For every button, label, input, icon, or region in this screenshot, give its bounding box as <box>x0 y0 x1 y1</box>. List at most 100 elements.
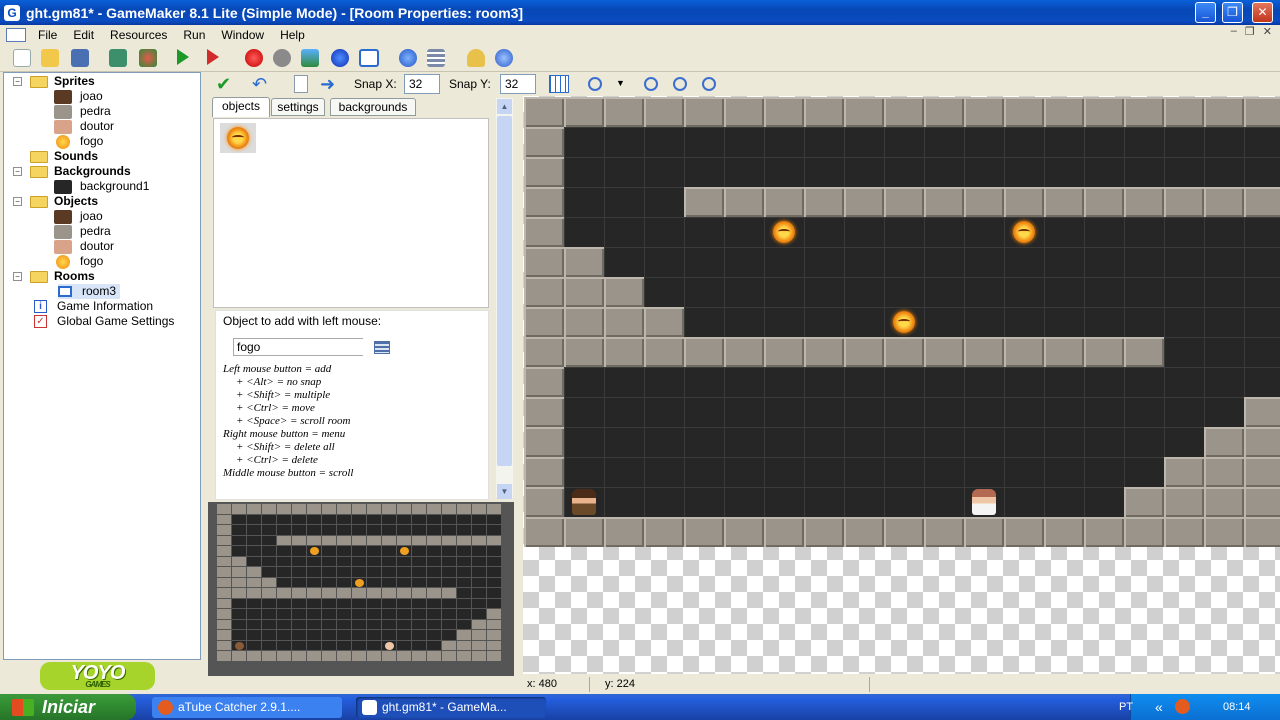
menu-help[interactable]: Help <box>272 28 313 42</box>
tray-app-icon[interactable] <box>1175 699 1190 714</box>
scroll-up-icon[interactable]: ▲ <box>497 99 512 114</box>
mdi-minimize-button[interactable]: – <box>1231 25 1237 38</box>
tab-objects[interactable]: objects <box>212 97 270 117</box>
tab-backgrounds[interactable]: backgrounds <box>330 98 416 116</box>
tree-object-doutor[interactable]: doutor <box>54 239 114 254</box>
menu-edit[interactable]: Edit <box>65 28 102 42</box>
joao-instance[interactable] <box>572 489 596 515</box>
taskbar-item-atube[interactable]: aTube Catcher 2.9.1.... <box>152 697 342 718</box>
doutor-instance[interactable] <box>972 489 996 515</box>
language-indicator[interactable]: PT <box>1119 694 1133 720</box>
tree-sprite-fogo[interactable]: fogo <box>54 134 103 149</box>
menu-resources[interactable]: Resources <box>102 28 175 42</box>
run-game-icon[interactable] <box>177 49 189 65</box>
add-background-icon[interactable] <box>301 49 319 67</box>
scroll-down-icon[interactable]: ▼ <box>497 484 512 499</box>
scroll-thumb[interactable] <box>497 116 512 466</box>
wall-tile <box>524 187 564 217</box>
advanced-mode-icon[interactable] <box>467 49 485 67</box>
menu-run[interactable]: Run <box>175 28 213 42</box>
toggle-grid-icon[interactable] <box>549 75 569 93</box>
create-executable-icon[interactable] <box>109 49 127 67</box>
minimap-floor <box>322 630 336 640</box>
start-button[interactable]: Iniciar <box>0 694 136 720</box>
object-menu-icon[interactable] <box>374 341 390 354</box>
tree-background-background1[interactable]: background1 <box>54 179 149 194</box>
zoom-normal-icon[interactable] <box>673 77 687 91</box>
tree-sprite-joao[interactable]: joao <box>54 89 103 104</box>
floor-tile <box>724 217 764 247</box>
snap-y-input[interactable]: 32 <box>500 74 536 94</box>
shift-instances-icon[interactable]: ➜ <box>320 75 340 93</box>
floor-tile <box>644 187 684 217</box>
collapse-sprites-icon[interactable]: − <box>13 77 22 86</box>
add-sprite-icon[interactable] <box>245 49 263 67</box>
tree-folder-backgrounds[interactable]: Backgrounds <box>30 164 131 179</box>
fire-instance[interactable] <box>893 311 915 333</box>
taskbar-item-gamemaker[interactable]: ght.gm81* - GameMa... <box>356 697 546 718</box>
tree-folder-sounds[interactable]: Sounds <box>30 149 98 164</box>
tray-arrow-icon[interactable]: « <box>1155 694 1163 720</box>
floor-tile <box>844 457 884 487</box>
add-room-icon[interactable] <box>359 49 379 67</box>
selected-object-fogo[interactable] <box>220 123 256 153</box>
tree-folder-rooms[interactable]: Rooms <box>30 269 95 284</box>
document-icon[interactable] <box>6 28 26 42</box>
room-canvas[interactable] <box>523 96 1280 674</box>
properties-scrollbar[interactable]: ▲ ▼ <box>496 98 513 499</box>
game-information-icon[interactable] <box>399 49 417 67</box>
tree-game-information[interactable]: i Game Information <box>34 299 153 314</box>
menu-window[interactable]: Window <box>213 28 272 42</box>
collapse-rooms-icon[interactable]: − <box>13 272 22 281</box>
global-settings-icon[interactable] <box>427 49 445 67</box>
tree-global-game-settings[interactable]: ✓ Global Game Settings <box>34 314 174 329</box>
tree-sprite-doutor[interactable]: doutor <box>54 119 114 134</box>
maximize-button[interactable]: ❐ <box>1222 2 1243 23</box>
undo-icon[interactable]: ↶ <box>252 75 272 93</box>
add-sound-icon[interactable] <box>273 49 291 67</box>
minimap-floor <box>457 588 471 598</box>
floor-tile <box>804 127 844 157</box>
chevron-down-icon[interactable]: ▼ <box>616 78 625 88</box>
new-file-icon[interactable] <box>13 49 31 67</box>
tree-object-fogo[interactable]: fogo <box>54 254 103 269</box>
tab-settings[interactable]: settings <box>271 98 325 116</box>
wall-tile <box>964 97 1004 127</box>
debug-game-icon[interactable] <box>207 49 219 65</box>
view-options-icon[interactable] <box>588 77 602 91</box>
save-icon[interactable] <box>71 49 89 67</box>
tree-room-room3[interactable]: room3 <box>58 284 121 299</box>
help-line: Middle mouse button = scroll <box>223 467 354 479</box>
tree-folder-objects[interactable]: Objects <box>30 194 98 209</box>
close-button[interactable]: ✕ <box>1252 2 1273 23</box>
minimap-floor <box>397 525 411 535</box>
wall-tile <box>1124 487 1164 517</box>
help-icon[interactable] <box>495 49 513 67</box>
mdi-restore-button[interactable]: ❐ <box>1245 25 1255 38</box>
object-selector-field[interactable]: fogo <box>233 338 363 356</box>
clear-room-icon[interactable] <box>294 75 308 93</box>
gamemaker-app-icon[interactable]: G <box>4 4 20 21</box>
fire-instance[interactable] <box>1013 221 1035 243</box>
mdi-close-button[interactable]: ✕ <box>1263 25 1272 38</box>
open-folder-icon[interactable] <box>41 49 59 67</box>
zoom-in-icon[interactable] <box>702 77 716 91</box>
tree-object-joao[interactable]: joao <box>54 209 103 224</box>
minimize-button[interactable]: _ <box>1195 2 1216 23</box>
collapse-objects-icon[interactable]: − <box>13 197 22 206</box>
ok-check-icon[interactable]: ✔ <box>216 75 236 93</box>
minimap-wall <box>382 535 396 545</box>
minimap-floor <box>412 630 426 640</box>
minimap-wall <box>277 588 291 598</box>
publish-icon[interactable] <box>139 49 157 67</box>
add-object-icon[interactable] <box>331 49 349 67</box>
fire-instance[interactable] <box>773 221 795 243</box>
room-minimap[interactable] <box>208 502 514 676</box>
tree-folder-sprites[interactable]: Sprites <box>30 74 95 89</box>
zoom-out-icon[interactable] <box>644 77 658 91</box>
tree-sprite-pedra[interactable]: pedra <box>54 104 111 119</box>
snap-x-input[interactable]: 32 <box>404 74 440 94</box>
menu-file[interactable]: File <box>30 28 65 42</box>
tree-object-pedra[interactable]: pedra <box>54 224 111 239</box>
collapse-backgrounds-icon[interactable]: − <box>13 167 22 176</box>
